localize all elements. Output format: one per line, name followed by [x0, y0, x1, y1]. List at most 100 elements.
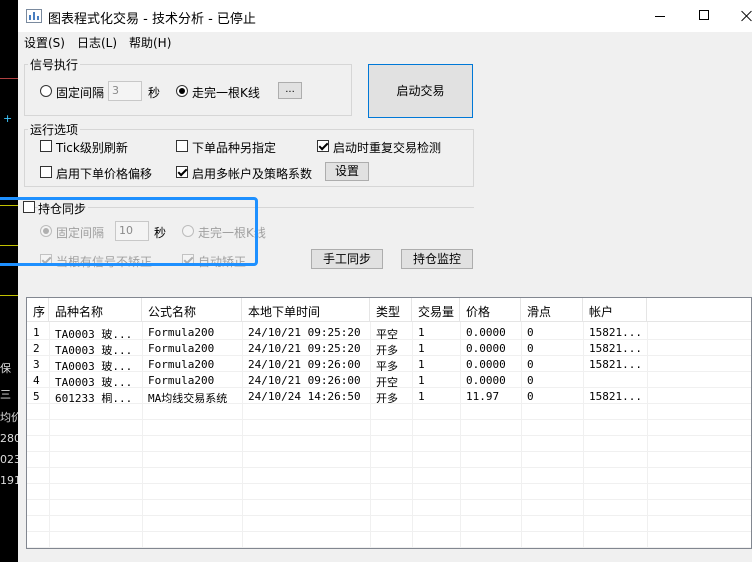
table-cell: Formula200 [148, 358, 215, 371]
bg-label: 均价 [0, 411, 18, 424]
program-trading-window: 图表程式化交易 - 技术分析 - 已停止 设置(S) 日志(L) 帮助(H) 信… [0, 0, 752, 562]
column-header[interactable]: 本地下单时间 [242, 298, 370, 322]
minimize-button[interactable] [638, 0, 682, 32]
chart-line [0, 78, 18, 79]
table-cell: 2 [33, 342, 40, 355]
table-cell: 1 [418, 342, 425, 355]
title-bar[interactable]: 图表程式化交易 - 技术分析 - 已停止 [18, 0, 752, 32]
grid-line [27, 515, 751, 516]
bar-complete-label: 走完一根K线 [192, 86, 260, 100]
menu-help[interactable]: 帮助(H) [129, 34, 171, 51]
column-header[interactable]: 交易量 [412, 298, 460, 322]
table-cell: 0.0000 [466, 358, 506, 371]
grid-line [521, 322, 522, 548]
grid-line [242, 322, 243, 548]
menu-settings[interactable]: 设置(S) [24, 34, 65, 51]
settings-button[interactable]: 设置 [325, 162, 369, 181]
grid-line [27, 339, 751, 340]
chart-line [0, 295, 18, 296]
table-cell: 0.0000 [466, 342, 506, 355]
bg-label: 保 [0, 362, 11, 375]
grid-line [142, 322, 143, 548]
grid-line [27, 451, 751, 452]
table-cell: TA0003 玻... [55, 328, 133, 340]
table-cell: 15821... [589, 390, 642, 403]
tick-refresh-checkbox[interactable] [40, 140, 52, 152]
price-offset-checkbox[interactable] [40, 166, 52, 178]
order-other-symbol-label: 下单品种另指定 [192, 141, 277, 155]
column-header[interactable]: 帐户 [583, 298, 647, 322]
grid-line [460, 322, 461, 548]
window-title: 图表程式化交易 - 技术分析 - 已停止 [48, 12, 256, 27]
grid-line [412, 322, 413, 548]
order-other-symbol-checkbox[interactable] [176, 140, 188, 152]
interval-input[interactable]: 3 [108, 81, 142, 101]
table-cell: 4 [33, 374, 40, 387]
table-cell: Formula200 [148, 342, 215, 355]
grid-line [27, 499, 751, 500]
recheck-on-start-checkbox[interactable] [317, 140, 329, 152]
grid-line [583, 322, 584, 548]
menu-bar: 设置(S) 日志(L) 帮助(H) [18, 32, 752, 52]
grid-line [27, 467, 751, 468]
manual-sync-button[interactable]: 手工同步 [311, 249, 383, 269]
multi-account-checkbox[interactable] [176, 166, 188, 178]
table-cell: 1 [418, 374, 425, 387]
table-cell: 平空 [376, 328, 398, 340]
table-cell: 15821... [589, 342, 642, 355]
grid-line [27, 547, 751, 548]
bg-label: 023 [0, 453, 18, 466]
crosshair-icon: + [3, 112, 13, 125]
column-header[interactable]: 序 [27, 298, 49, 322]
grid-line [647, 322, 648, 548]
minimize-icon [655, 16, 665, 17]
close-button[interactable] [726, 0, 752, 32]
table-cell: Formula200 [148, 374, 215, 387]
table-cell: TA0003 玻... [55, 344, 133, 356]
column-header[interactable]: 品种名称 [49, 298, 142, 322]
bg-label: 191 [0, 474, 18, 487]
table-cell: 24/10/21 09:25:20 [248, 326, 361, 339]
table-cell: 平多 [376, 360, 398, 372]
table-cell: 0 [527, 342, 534, 355]
menu-log[interactable]: 日志(L) [77, 34, 117, 51]
bg-label: 280 [0, 432, 18, 445]
column-header[interactable]: 滑点 [521, 298, 583, 322]
grid-line [27, 531, 751, 532]
column-header-empty [647, 298, 751, 322]
column-header[interactable]: 公式名称 [142, 298, 242, 322]
fixed-interval-radio[interactable] [40, 85, 52, 97]
recheck-on-start-label: 启动时重复交易检测 [333, 141, 442, 155]
grid-line [27, 419, 751, 420]
table-cell: 24/10/21 09:25:20 [248, 342, 361, 355]
highlight-annotation [0, 197, 258, 266]
background-app: + 保 三 均价 280 023 191 [0, 0, 18, 562]
grid-line [49, 322, 50, 548]
run-options-title: 运行选项 [28, 121, 81, 138]
maximize-button[interactable] [682, 0, 726, 32]
table-cell: 0 [527, 390, 534, 403]
table-cell: 24/10/21 09:26:00 [248, 358, 361, 371]
signal-execution-title: 信号执行 [28, 56, 81, 73]
grid-line [27, 387, 751, 388]
column-header[interactable]: 价格 [460, 298, 521, 322]
table-cell: 0.0000 [466, 326, 506, 339]
column-header[interactable]: 类型 [370, 298, 412, 322]
price-offset-label: 启用下单价格偏移 [56, 167, 153, 181]
bg-label: 三 [0, 388, 11, 401]
order-table[interactable]: 序 品种名称 公式名称 本地下单时间 类型 交易量 价格 滑点 帐户 1 TA00… [26, 297, 752, 549]
table-cell: 24/10/21 09:26:00 [248, 374, 361, 387]
grid-line [27, 371, 751, 372]
table-cell: 1 [418, 390, 425, 403]
table-cell: 15821... [589, 326, 642, 339]
table-cell: MA均线交易系统 [148, 392, 228, 404]
bar-complete-radio[interactable] [176, 85, 188, 97]
more-options-button[interactable]: ... [278, 82, 302, 99]
position-monitor-button[interactable]: 持仓监控 [401, 249, 473, 269]
table-cell: 0 [527, 326, 534, 339]
table-cell: TA0003 玻... [55, 376, 133, 388]
table-cell: 24/10/24 14:26:50 [248, 390, 361, 403]
table-cell: 1 [33, 326, 40, 339]
table-cell: 5 [33, 390, 40, 403]
start-trading-button[interactable]: 启动交易 [368, 64, 473, 118]
